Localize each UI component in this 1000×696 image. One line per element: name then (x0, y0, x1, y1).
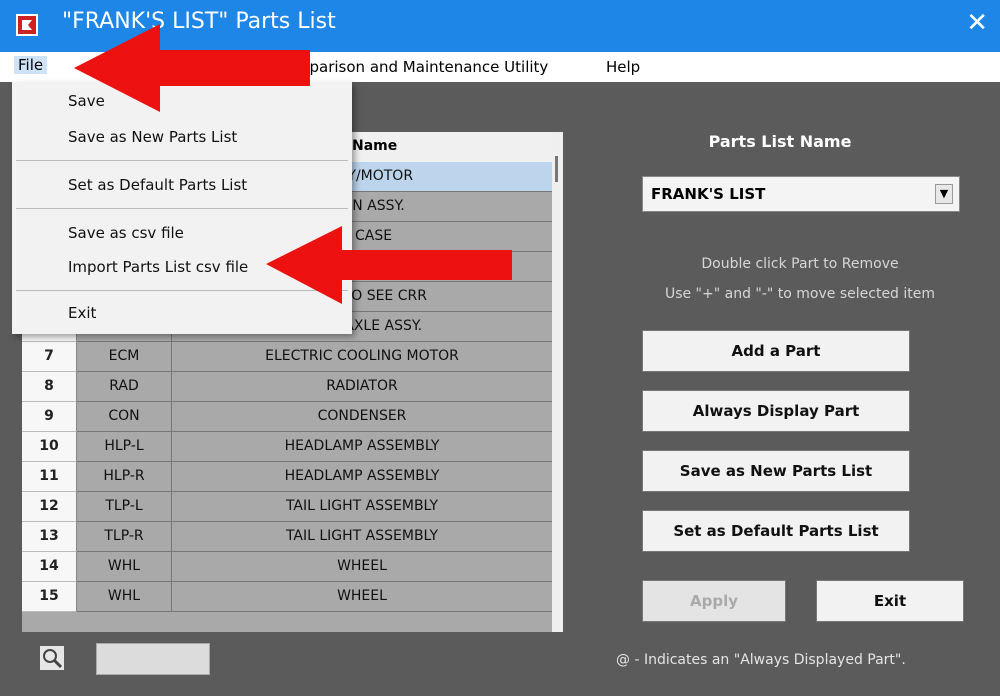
part-name[interactable]: CONDENSER (172, 402, 552, 432)
part-code[interactable]: RAD (77, 372, 172, 402)
hint-move: Use "+" and "-" to move selected item (664, 286, 936, 302)
set-default-button[interactable]: Set as Default Parts List (642, 510, 910, 552)
table-row[interactable]: 8 RAD RADIATOR (22, 372, 563, 402)
menu-utility[interactable]: nparison and Maintenance Utility (300, 58, 548, 76)
part-code[interactable]: WHL (77, 552, 172, 582)
table-row[interactable]: 7 ECM ELECTRIC COOLING MOTOR (22, 342, 563, 372)
part-code[interactable]: CON (77, 402, 172, 432)
save-new-list-button[interactable]: Save as New Parts List (642, 450, 910, 492)
table-row[interactable]: 14 WHL WHEEL (22, 552, 563, 582)
row-number: 12 (22, 492, 77, 522)
part-name[interactable]: TAIL LIGHT ASSEMBLY (172, 522, 552, 552)
parts-list-select-value: FRANK'S LIST (651, 185, 766, 203)
hint-remove: Double click Part to Remove (701, 256, 899, 272)
part-code[interactable]: HLP-L (77, 432, 172, 462)
header-name: Name (352, 138, 398, 154)
table-row[interactable]: 11 HLP-R HEADLAMP ASSEMBLY (22, 462, 563, 492)
part-code[interactable]: WHL (77, 582, 172, 612)
menu-item-import-csv[interactable]: Import Parts List csv file (68, 258, 248, 276)
parts-list-select[interactable]: FRANK'S LIST ▼ (642, 176, 960, 212)
table-row[interactable]: 10 HLP-L HEADLAMP ASSEMBLY (22, 432, 563, 462)
grid-scrollbar[interactable] (552, 132, 563, 632)
menu-separator (16, 160, 348, 161)
parts-list-name-label: Parts List Name (708, 132, 852, 151)
menu-item-save-csv[interactable]: Save as csv file (68, 224, 184, 242)
menu-item-save-as-new[interactable]: Save as New Parts List (68, 128, 237, 146)
menu-help[interactable]: Help (606, 58, 640, 76)
part-name[interactable]: ELECTRIC COOLING MOTOR (172, 342, 552, 372)
menu-item-save[interactable]: Save (68, 92, 105, 110)
part-name[interactable]: WHEEL (172, 552, 552, 582)
chevron-down-icon[interactable]: ▼ (935, 184, 953, 204)
part-code[interactable]: HLP-R (77, 462, 172, 492)
footnote: @ - Indicates an "Always Displayed Part"… (616, 652, 906, 668)
menu-item-set-default[interactable]: Set as Default Parts List (68, 176, 247, 194)
part-code[interactable]: TLP-L (77, 492, 172, 522)
menu-separator (16, 208, 348, 209)
part-code[interactable]: TLP-R (77, 522, 172, 552)
search-input[interactable] (96, 643, 210, 675)
table-row[interactable]: 13 TLP-R TAIL LIGHT ASSEMBLY (22, 522, 563, 552)
window-title: "FRANK'S LIST" Parts List (62, 9, 336, 34)
part-name[interactable]: HEADLAMP ASSEMBLY (172, 432, 552, 462)
menu-separator (16, 290, 348, 291)
part-name[interactable]: WHEEL (172, 582, 552, 612)
table-row[interactable]: 9 CON CONDENSER (22, 402, 563, 432)
scroll-thumb[interactable] (555, 156, 558, 182)
add-part-button[interactable]: Add a Part (642, 330, 910, 372)
row-number: 13 (22, 522, 77, 552)
table-row[interactable]: 12 TLP-L TAIL LIGHT ASSEMBLY (22, 492, 563, 522)
part-name[interactable]: HEADLAMP ASSEMBLY (172, 462, 552, 492)
part-code[interactable]: ECM (77, 342, 172, 372)
row-number: 10 (22, 432, 77, 462)
exit-button[interactable]: Exit (816, 580, 964, 622)
close-icon[interactable]: ✕ (966, 8, 988, 38)
apply-button[interactable]: Apply (642, 580, 786, 622)
search-icon[interactable] (40, 646, 64, 670)
row-number: 7 (22, 342, 77, 372)
part-name[interactable]: RADIATOR (172, 372, 552, 402)
row-number: 11 (22, 462, 77, 492)
row-number: 14 (22, 552, 77, 582)
part-name[interactable]: TAIL LIGHT ASSEMBLY (172, 492, 552, 522)
row-number: 9 (22, 402, 77, 432)
title-bar: "FRANK'S LIST" Parts List ✕ (0, 0, 1000, 52)
always-display-button[interactable]: Always Display Part (642, 390, 910, 432)
menu-item-exit[interactable]: Exit (68, 304, 96, 322)
row-number: 8 (22, 372, 77, 402)
table-row[interactable]: 15 WHL WHEEL (22, 582, 563, 612)
file-menu-dropdown: Save Save as New Parts List Set as Defau… (12, 82, 352, 334)
app-icon (16, 14, 38, 36)
row-number: 15 (22, 582, 77, 612)
menu-bar: File nparison and Maintenance Utility He… (0, 52, 1000, 82)
menu-file[interactable]: File (14, 56, 48, 74)
